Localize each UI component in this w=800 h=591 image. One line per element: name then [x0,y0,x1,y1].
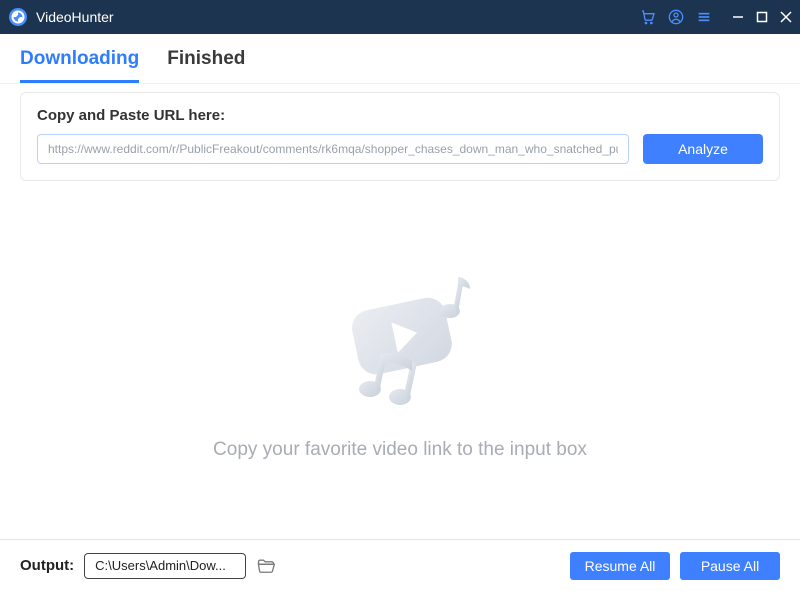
pause-all-button[interactable]: Pause All [680,552,780,580]
account-icon[interactable] [668,9,684,25]
app-logo-icon [8,7,28,27]
url-input[interactable] [37,134,629,164]
close-icon[interactable] [780,11,792,23]
app-title: VideoHunter [36,9,114,25]
open-folder-icon[interactable] [256,556,276,576]
minimize-icon[interactable] [732,11,744,23]
placeholder-text: Copy your favorite video link to the inp… [213,439,587,461]
url-row: Analyze [37,134,763,164]
menu-icon[interactable] [696,9,712,25]
titlebar-right [640,9,792,25]
url-label: Copy and Paste URL here: [37,107,763,124]
resume-all-button[interactable]: Resume All [570,552,670,580]
output-path-field[interactable]: C:\Users\Admin\Dow... [84,553,246,579]
output-label: Output: [20,557,74,574]
main-content: Copy your favorite video link to the inp… [0,181,800,539]
url-section: Copy and Paste URL here: Analyze [20,92,780,181]
footer: Output: C:\Users\Admin\Dow... Resume All… [0,539,800,591]
maximize-icon[interactable] [756,11,768,23]
titlebar: VideoHunter [0,0,800,34]
cart-icon[interactable] [640,9,656,25]
tab-finished[interactable]: Finished [167,48,245,83]
titlebar-left: VideoHunter [8,7,114,27]
tab-downloading[interactable]: Downloading [20,48,139,83]
tab-bar: Downloading Finished [0,34,800,84]
placeholder-graphic-icon [310,259,490,419]
analyze-button[interactable]: Analyze [643,134,763,164]
